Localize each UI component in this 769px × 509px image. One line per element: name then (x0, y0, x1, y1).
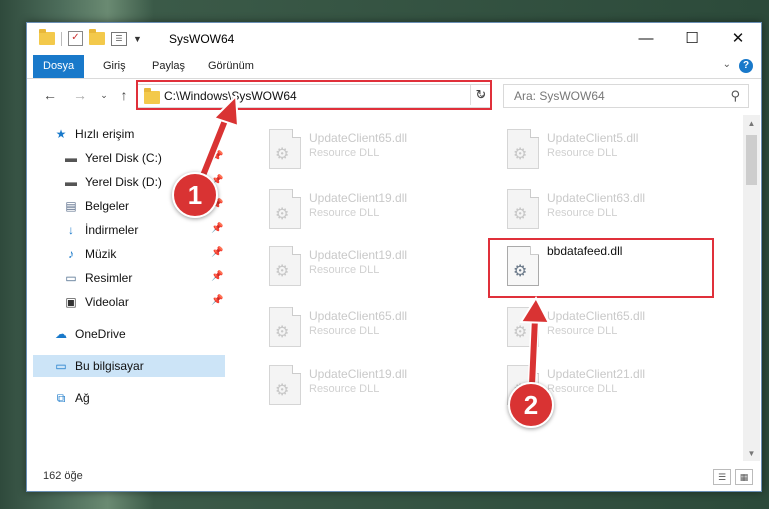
callout-badge-2: 2 (508, 382, 554, 428)
arrow-1 (197, 93, 240, 183)
callout-badge-1: 1 (172, 172, 218, 218)
annotation-arrows (197, 93, 551, 390)
arrow-2 (519, 295, 551, 390)
